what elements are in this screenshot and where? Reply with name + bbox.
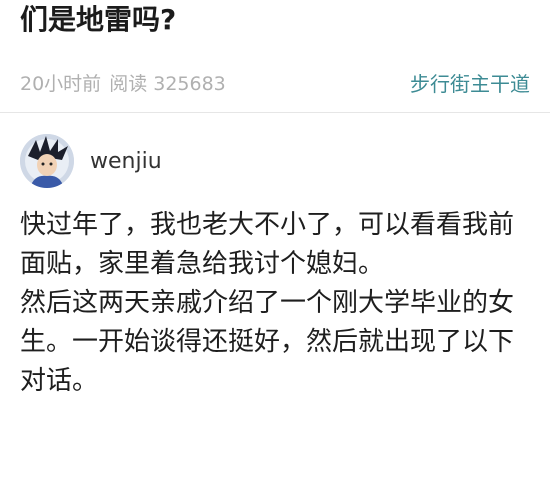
- author-name[interactable]: wenjiu: [90, 149, 162, 174]
- forum-link[interactable]: 步行街主干道: [410, 68, 530, 97]
- post-content: 快过年了，我也老大不小了，可以看看我前面贴，家里着急给我讨个媳妇。 然后这两天亲…: [20, 206, 530, 401]
- avatar[interactable]: [20, 134, 74, 188]
- post-meta-row: 20小时前 阅读 325683 步行街主干道: [20, 66, 530, 98]
- author-row: wenjiu: [20, 134, 162, 188]
- post-paragraph-1: 快过年了，我也老大不小了，可以看看我前面贴，家里着急给我讨个媳妇。: [20, 210, 515, 279]
- post-page: 们是地雷吗? 20小时前 阅读 325683 步行街主干道 wenjiu 快过年了…: [0, 0, 550, 500]
- post-time: 20小时前: [20, 72, 102, 95]
- post-title: 们是地雷吗?: [20, 3, 177, 36]
- post-paragraph-2: 然后这两天亲戚介绍了一个刚大学毕业的女生。一开始谈得还挺好，然后就出现了以下对话…: [20, 288, 515, 396]
- post-read-count: 阅读 325683: [109, 72, 226, 95]
- anime-character-avatar-icon: [20, 134, 74, 188]
- post-meta: 20小时前 阅读 325683: [20, 69, 226, 96]
- divider: [0, 112, 550, 113]
